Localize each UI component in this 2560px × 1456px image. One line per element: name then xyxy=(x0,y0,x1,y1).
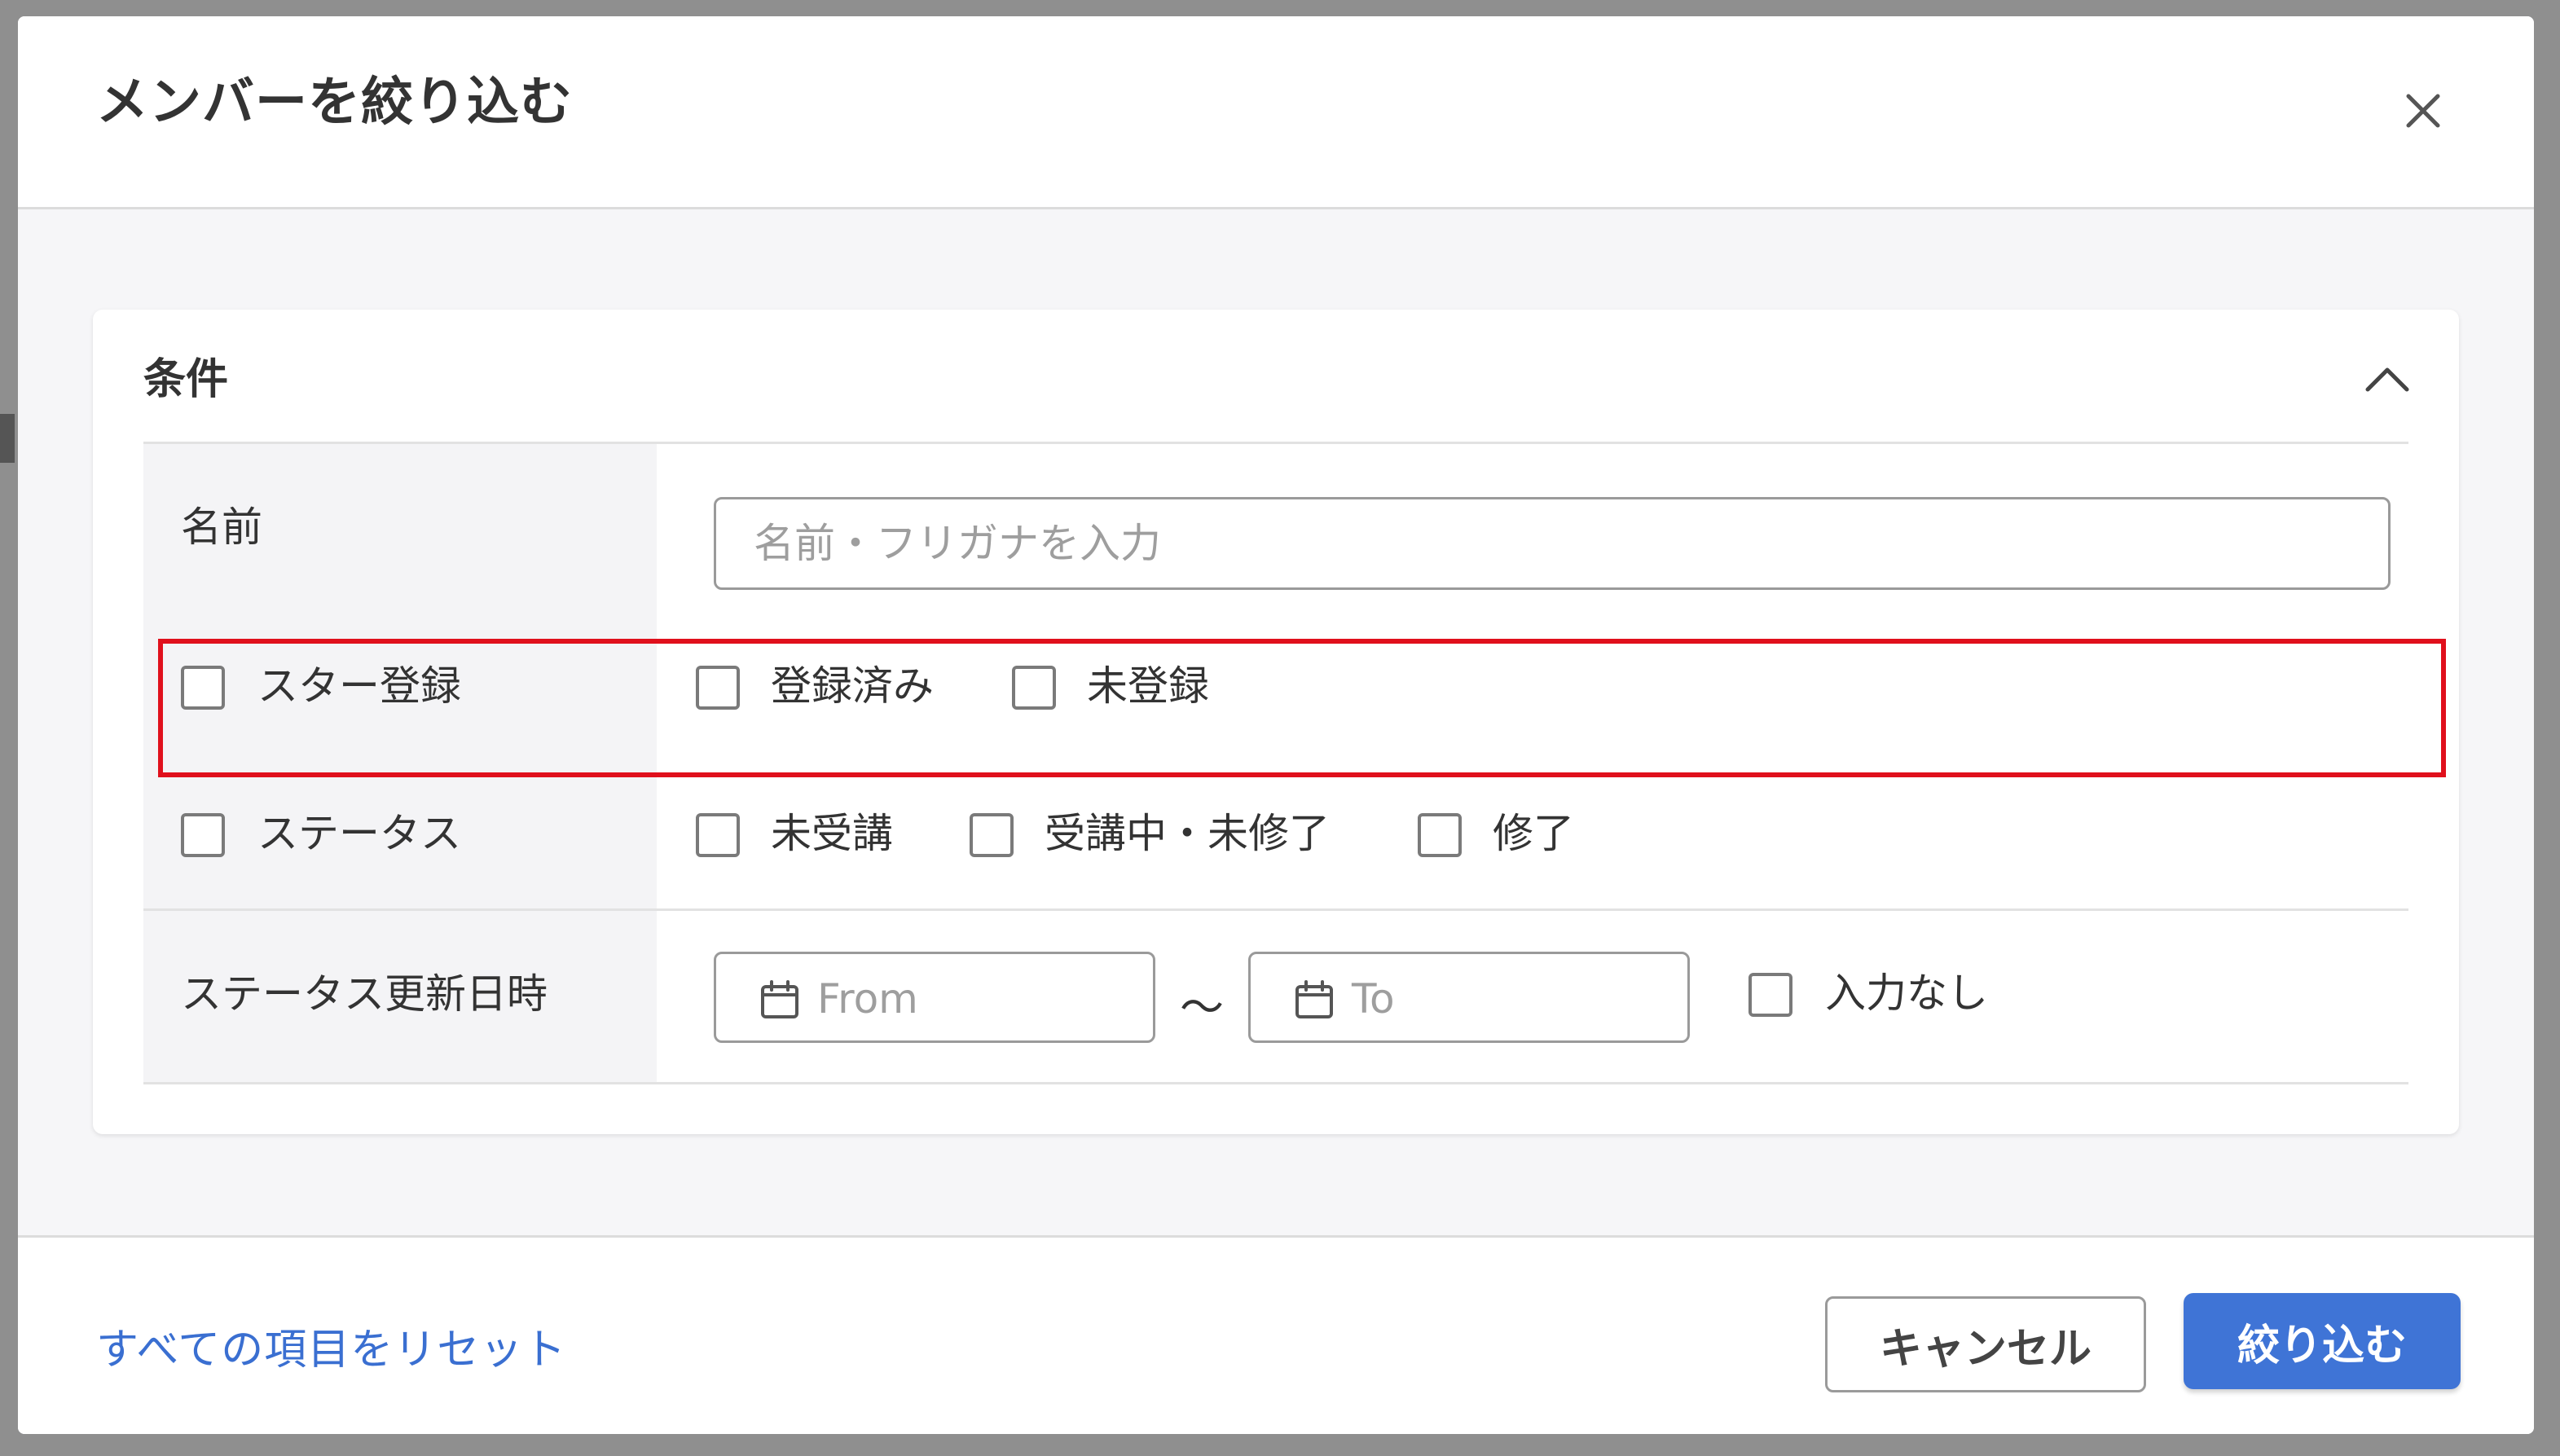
divider xyxy=(143,1082,2408,1084)
status-updated-label: ステータス更新日時 xyxy=(181,970,548,1018)
star-all-checkbox[interactable] xyxy=(181,666,225,710)
status-in-progress-checkbox[interactable] xyxy=(970,813,1014,857)
status-all-checkbox[interactable] xyxy=(181,813,225,857)
star-unregistered-checkbox[interactable] xyxy=(1012,666,1056,710)
status-completed-label: 修了 xyxy=(1493,810,1574,857)
chevron-up-icon xyxy=(2360,352,2415,407)
date-range-separator: 〜 xyxy=(1180,982,1224,1033)
calendar-icon xyxy=(1293,979,1335,1021)
modal-header: メンバーを絞り込む xyxy=(18,16,2534,209)
star-unregistered-label: 未登録 xyxy=(1087,662,1209,710)
background-element xyxy=(0,414,15,463)
name-search-input[interactable] xyxy=(714,497,2391,590)
modal-footer: すべての項目をリセット キャンセル 絞り込む xyxy=(18,1235,2534,1434)
filter-modal: メンバーを絞り込む 条件 名前 スター登録 登録済み xyxy=(18,16,2534,1434)
close-icon xyxy=(2397,85,2449,137)
no-input-checkbox[interactable] xyxy=(1748,973,1792,1017)
date-from-field[interactable]: From xyxy=(714,952,1155,1043)
cancel-button[interactable]: キャンセル xyxy=(1825,1296,2146,1392)
status-not-started-checkbox[interactable] xyxy=(696,813,740,857)
calendar-icon xyxy=(759,979,801,1021)
collapse-button[interactable] xyxy=(2360,352,2415,407)
date-from-placeholder: From xyxy=(817,975,918,1023)
status-label: ステータス xyxy=(257,810,461,857)
status-completed-checkbox[interactable] xyxy=(1418,813,1462,857)
no-input-label: 入力なし xyxy=(1825,970,1988,1017)
close-button[interactable] xyxy=(2397,85,2449,137)
status-not-started-label: 未受講 xyxy=(771,810,893,857)
conditions-title: 条件 xyxy=(143,355,229,404)
star-label: スター登録 xyxy=(257,662,461,710)
modal-title: メンバーを絞り込む xyxy=(96,73,573,133)
star-registered-label: 登録済み xyxy=(771,662,934,710)
name-label: 名前 xyxy=(181,504,262,551)
star-registered-checkbox[interactable] xyxy=(696,666,740,710)
date-to-field[interactable]: To xyxy=(1248,952,1690,1043)
apply-filter-button[interactable]: 絞り込む xyxy=(2184,1293,2461,1389)
status-in-progress-label: 受講中・未修了 xyxy=(1045,810,1330,857)
date-to-placeholder: To xyxy=(1352,975,1395,1023)
reset-all-link[interactable]: すべての項目をリセット xyxy=(96,1329,566,1371)
